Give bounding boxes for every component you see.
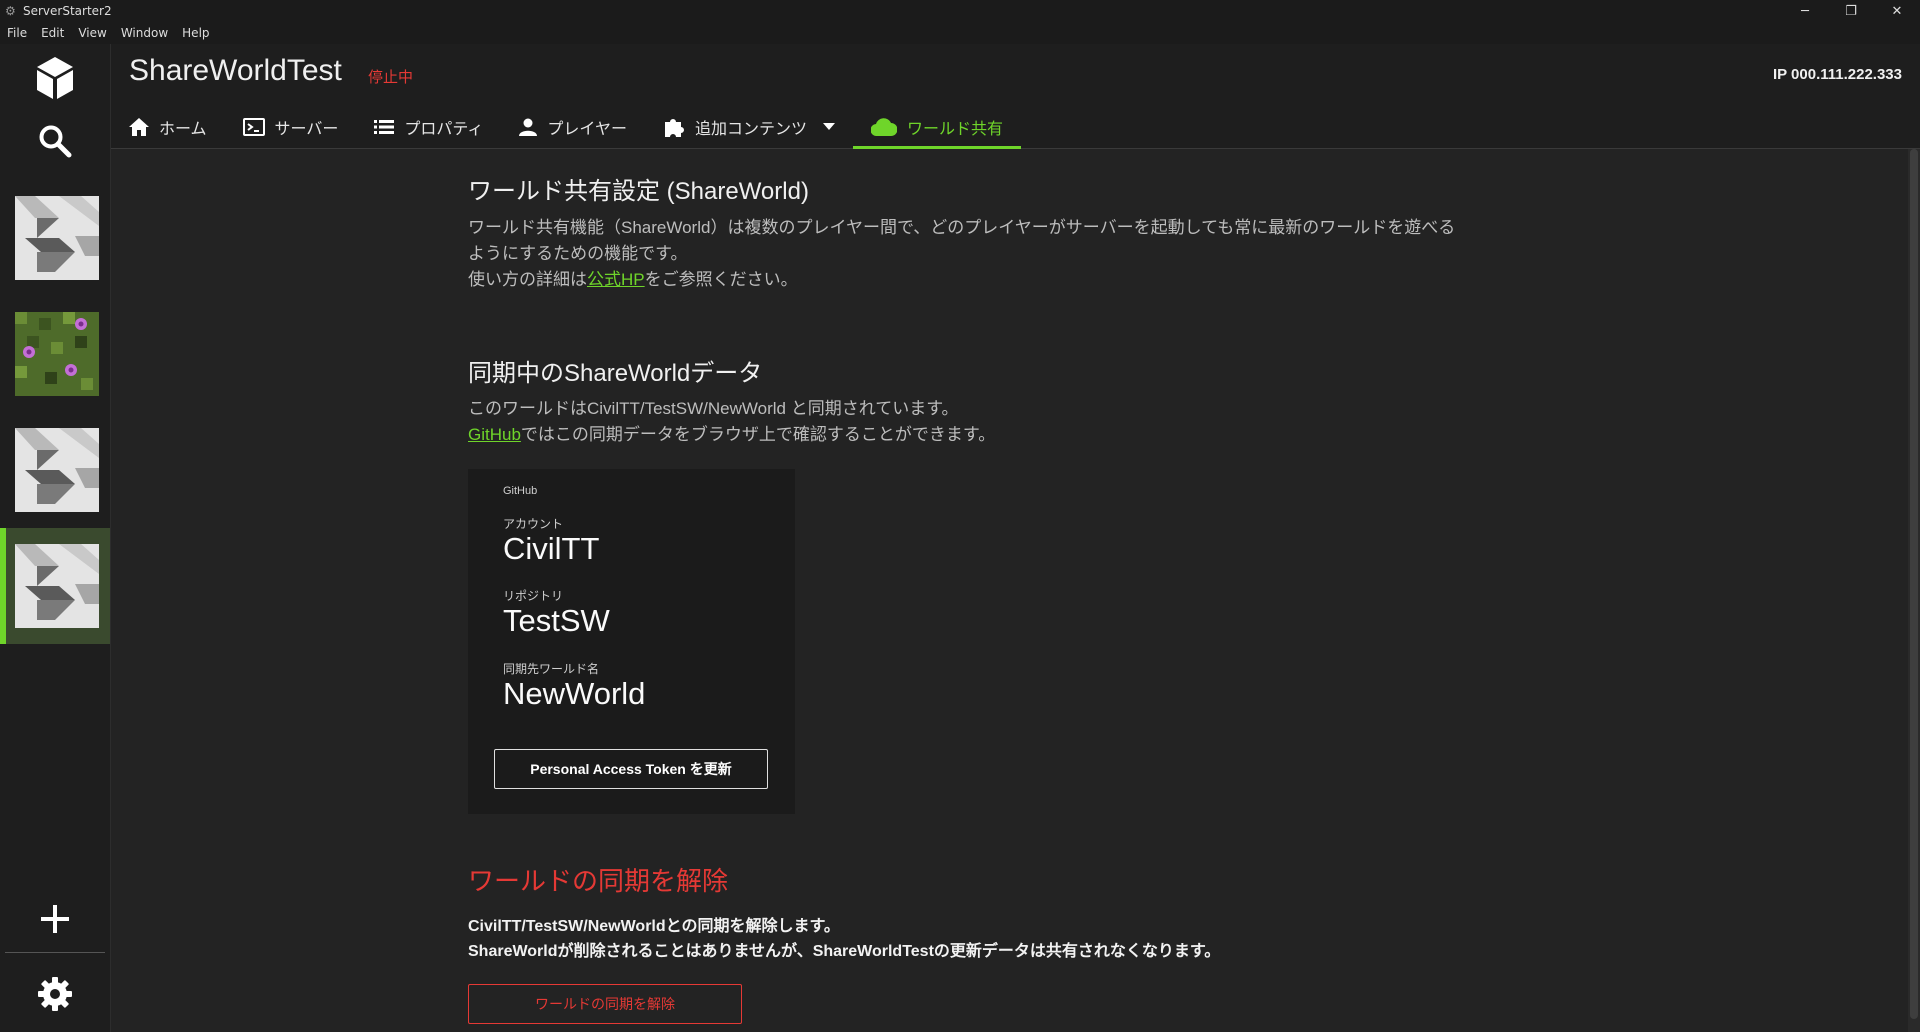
restore-button[interactable]: ❐ bbox=[1828, 0, 1874, 22]
unsync-button[interactable]: ワールドの同期を解除 bbox=[468, 984, 742, 1024]
chevron-down-icon bbox=[822, 122, 835, 130]
tab-server-label: サーバー bbox=[274, 118, 339, 138]
tab-properties[interactable]: プロパティ bbox=[356, 107, 501, 148]
unsync-description: CivilTT/TestSW/NewWorldとの同期を解除します。 Share… bbox=[468, 914, 1220, 964]
unsync-line-1: CivilTT/TestSW/NewWorldとの同期を解除します。 bbox=[468, 918, 840, 935]
tab-addons-label: 追加コンテンツ bbox=[694, 118, 807, 138]
tab-shareworld[interactable]: ワールド共有 bbox=[852, 107, 1021, 149]
title-bar: ⚙ ServerStarter2 ─ ❐ ✕ bbox=[0, 0, 1920, 22]
person-icon bbox=[519, 118, 538, 136]
main-content: ワールド共有設定 (ShareWorld) ワールド共有機能（ShareWorl… bbox=[111, 149, 1908, 1032]
world-thumbnail-2[interactable] bbox=[15, 312, 99, 396]
description-line-3-post: をご参照ください。 bbox=[644, 270, 798, 289]
tab-players[interactable]: プレイヤー bbox=[501, 107, 645, 148]
world-name-label: 同期先ワールド名 bbox=[503, 662, 600, 676]
cube-icon[interactable] bbox=[0, 48, 110, 108]
menu-view[interactable]: View bbox=[71, 26, 113, 40]
github-info-card: GitHub アカウント CivilTT リポジトリ TestSW 同期先ワール… bbox=[468, 469, 795, 814]
tab-bar: ホーム サーバー プロパティ プレイヤー 追加コンテンツ ワールド共有 bbox=[111, 107, 1021, 149]
account-label: アカウント bbox=[503, 517, 564, 531]
list-icon bbox=[374, 119, 395, 134]
tab-players-label: プレイヤー bbox=[547, 118, 627, 138]
world-thumbnail-4[interactable] bbox=[15, 544, 99, 628]
official-hp-link[interactable]: 公式HP bbox=[587, 270, 645, 289]
world-thumbnail-1[interactable] bbox=[15, 196, 99, 280]
app-icon: ⚙ bbox=[5, 4, 16, 18]
sync-line-2-post: ではこの同期データをブラウザ上で確認することができます。 bbox=[520, 425, 996, 444]
gear-icon[interactable] bbox=[0, 969, 110, 1019]
description-line-3-pre: 使い方の詳細は bbox=[468, 270, 587, 289]
repository-label: リポジトリ bbox=[503, 589, 564, 603]
card-header: GitHub bbox=[503, 485, 538, 497]
unsync-section-title: ワールドの同期を解除 bbox=[468, 866, 729, 896]
sync-section-title: 同期中のShareWorldデータ bbox=[468, 360, 763, 387]
menu-help[interactable]: Help bbox=[175, 26, 216, 40]
tab-addons[interactable]: 追加コンテンツ bbox=[645, 107, 853, 148]
world-thumbnail-3[interactable] bbox=[15, 428, 99, 512]
account-value: CivilTT bbox=[503, 531, 600, 566]
tab-home[interactable]: ホーム bbox=[111, 107, 225, 148]
world-name-value: NewWorld bbox=[503, 676, 646, 711]
menu-edit[interactable]: Edit bbox=[34, 26, 71, 40]
selected-world-indicator bbox=[0, 528, 6, 644]
home-icon bbox=[129, 117, 149, 136]
menu-bar: File Edit View Window Help bbox=[0, 22, 1920, 44]
tab-shareworld-label: ワールド共有 bbox=[906, 118, 1003, 138]
update-token-button[interactable]: Personal Access Token を更新 bbox=[494, 749, 768, 789]
ip-address: IP 000.111.222.333 bbox=[1772, 66, 1902, 83]
sync-line-1: このワールドはCivilTT/TestSW/NewWorld と同期されています… bbox=[468, 399, 959, 418]
sync-line-2: GitHubではこの同期データをブラウザ上で確認することができます。 bbox=[468, 422, 1368, 448]
menu-file[interactable]: File bbox=[0, 26, 34, 40]
close-button[interactable]: ✕ bbox=[1874, 0, 1920, 22]
github-link[interactable]: GitHub bbox=[468, 425, 521, 444]
description-line-3: 使い方の詳細は公式HPをご参照ください。 bbox=[468, 267, 1628, 293]
scrollbar-thumb[interactable] bbox=[1910, 149, 1918, 1019]
header: ShareWorldTest 停止中 IP 000.111.222.333 ホー… bbox=[111, 44, 1920, 149]
menu-window[interactable]: Window bbox=[114, 26, 175, 40]
sidebar bbox=[0, 44, 111, 1032]
description-line-2: ようにするための機能です。 bbox=[468, 244, 688, 263]
tab-properties-label: プロパティ bbox=[404, 118, 484, 138]
search-icon[interactable] bbox=[0, 114, 110, 168]
plus-icon[interactable] bbox=[0, 894, 110, 944]
scrollbar[interactable] bbox=[1908, 149, 1920, 1032]
sidebar-divider bbox=[5, 952, 105, 953]
tab-server[interactable]: サーバー bbox=[225, 107, 357, 148]
description-line-1: ワールド共有機能（ShareWorld）は複数のプレイヤー間で、どのプレイヤーが… bbox=[468, 218, 1456, 237]
server-status: 停止中 bbox=[368, 68, 414, 86]
cloud-icon bbox=[870, 117, 897, 136]
puzzle-icon bbox=[664, 118, 684, 137]
window-title: ServerStarter2 bbox=[23, 4, 112, 18]
repository-value: TestSW bbox=[503, 603, 610, 638]
description: ワールド共有機能（ShareWorld）は複数のプレイヤー間で、どのプレイヤーが… bbox=[468, 215, 1628, 293]
unsync-line-2: ShareWorldが削除されることはありませんが、ShareWorldTest… bbox=[468, 943, 1221, 960]
minimize-button[interactable]: ─ bbox=[1782, 0, 1828, 22]
console-icon bbox=[242, 117, 265, 136]
sync-description: このワールドはCivilTT/TestSW/NewWorld と同期されています… bbox=[468, 396, 1368, 448]
server-name: ShareWorldTest bbox=[129, 54, 342, 87]
page-title: ワールド共有設定 (ShareWorld) bbox=[468, 178, 809, 205]
tab-home-label: ホーム bbox=[159, 118, 207, 138]
